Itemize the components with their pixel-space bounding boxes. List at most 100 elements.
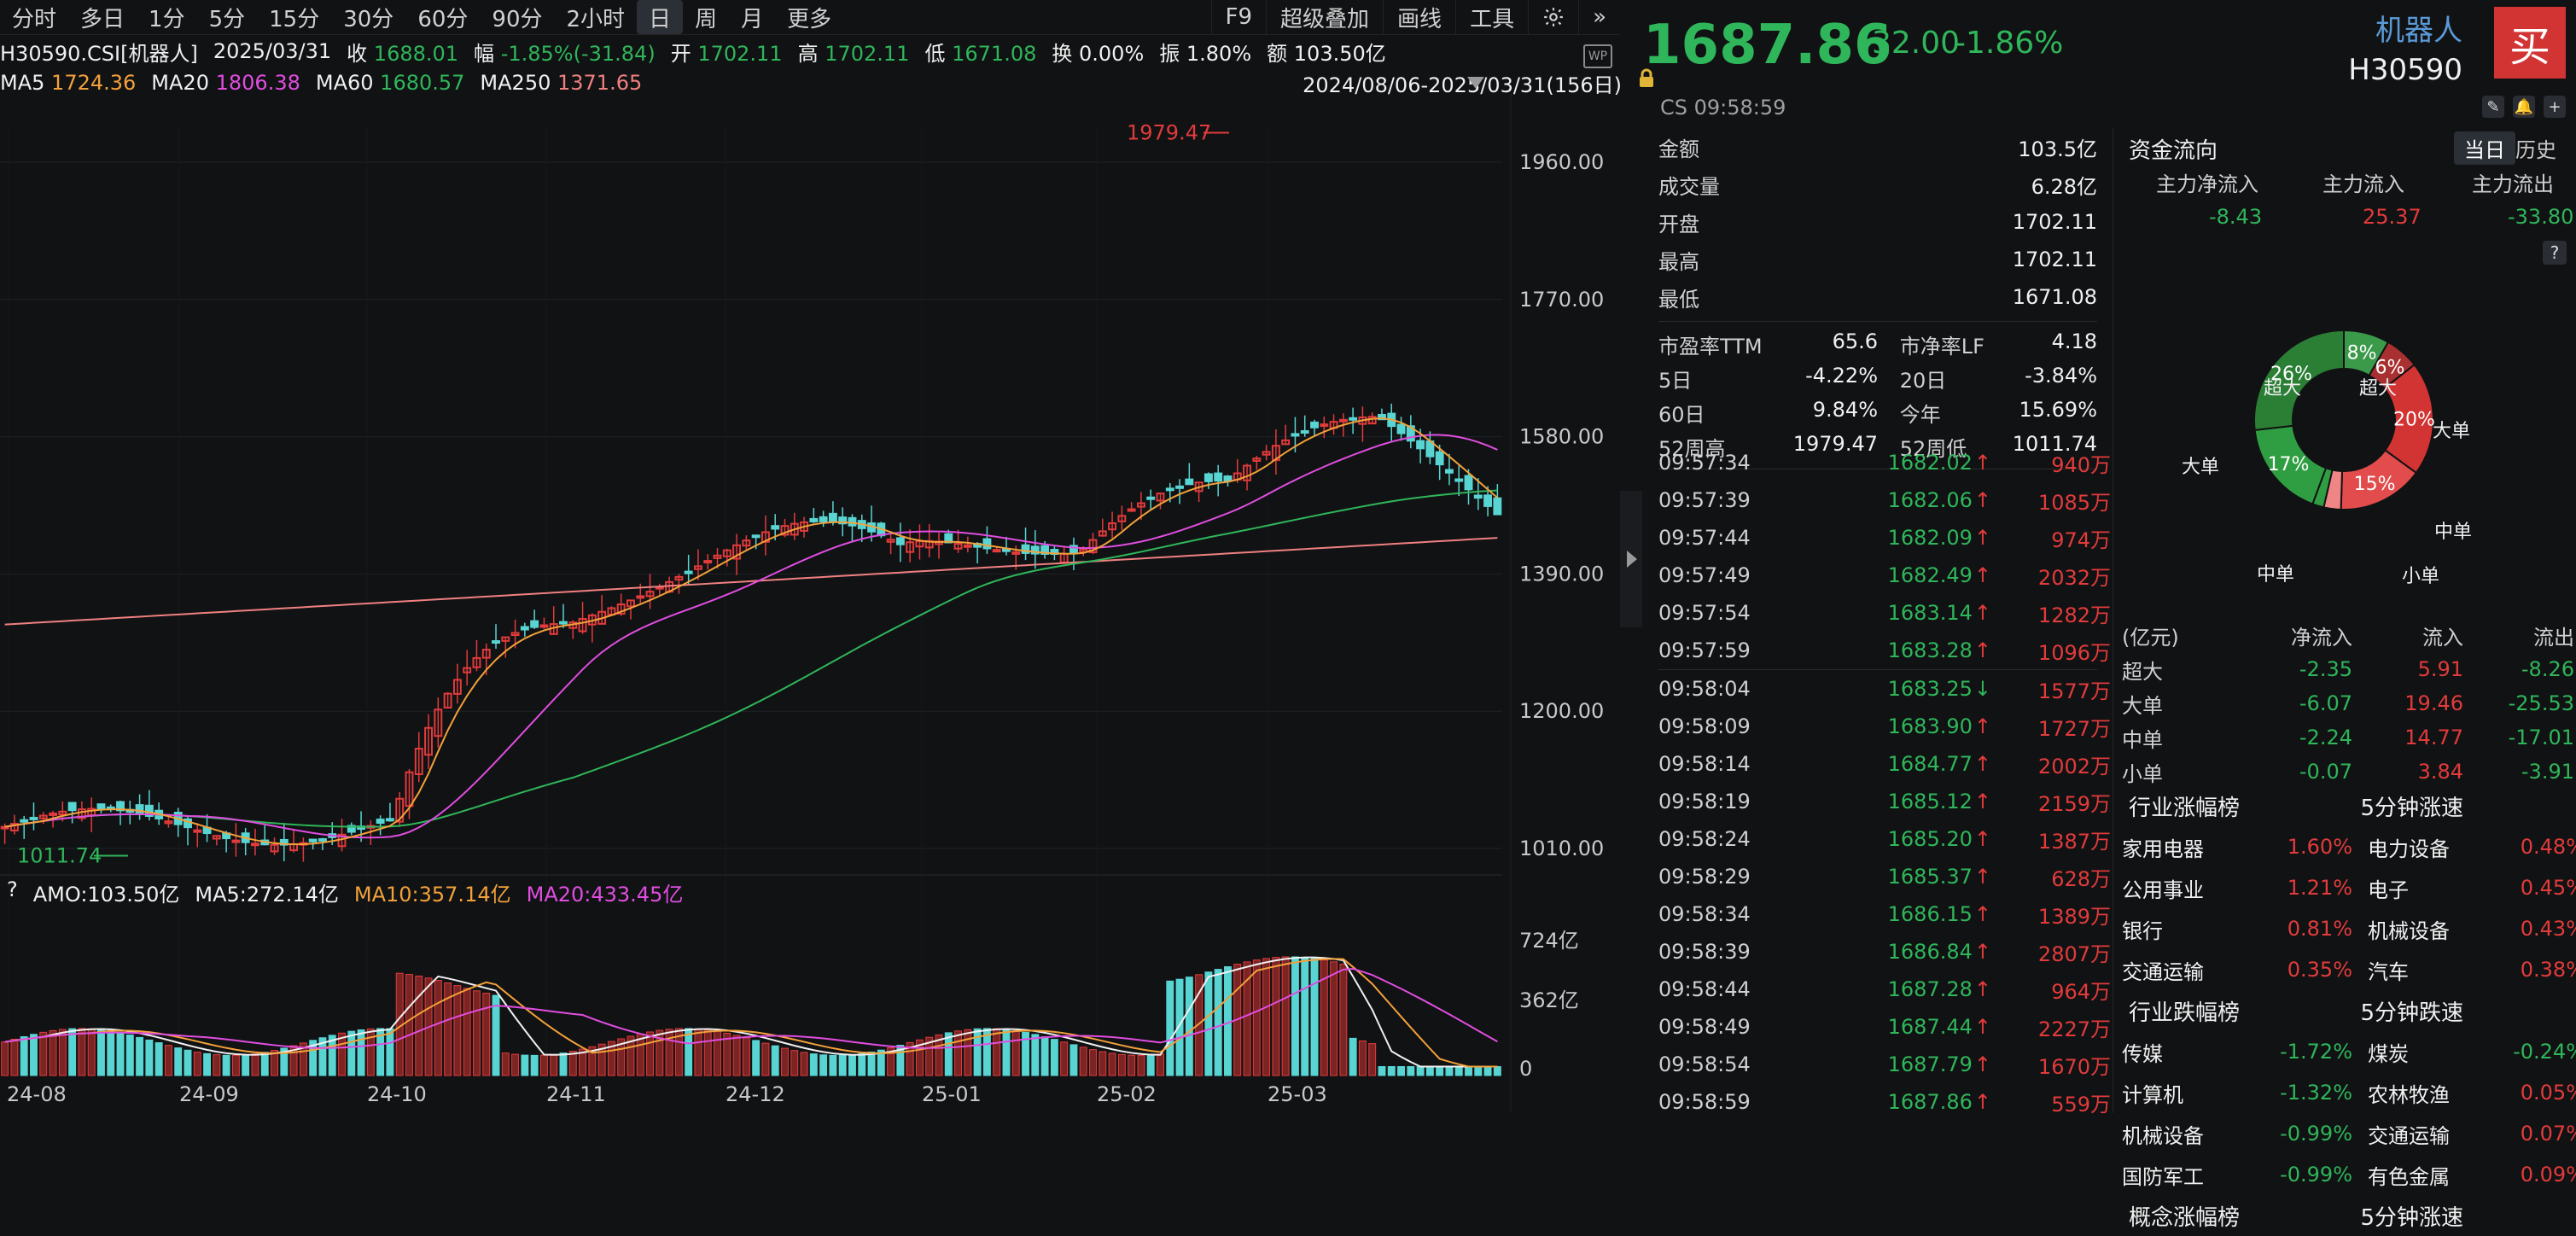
volume-bar: [801, 1052, 807, 1076]
collapse-button[interactable]: »: [1578, 0, 1620, 34]
candle-body: [849, 518, 856, 526]
exchange-time: CS 09:58:59: [1660, 96, 1786, 120]
concept-gainers: 概念涨幅榜 5分钟涨速: [2113, 1195, 2576, 1236]
concept-gainers-title[interactable]: 概念涨幅榜: [2113, 1200, 2346, 1232]
pane-collapse-handle[interactable]: [1620, 491, 1642, 627]
tab-5m[interactable]: 5分: [197, 0, 258, 34]
candle-body: [965, 545, 971, 547]
volume-bar: [1484, 1067, 1491, 1076]
trade-row: 09:58:491687.44↑2227万: [1658, 1008, 2097, 1046]
volume-bar: [223, 1055, 230, 1076]
tab-30m[interactable]: 30分: [331, 0, 405, 34]
volume-bar: [1080, 1047, 1087, 1076]
tab-90m[interactable]: 90分: [480, 0, 554, 34]
donut-zhongdan-left-label: 中单: [2257, 564, 2294, 586]
ma60-value: 1680.57: [380, 71, 464, 95]
volume-bar: [1378, 1067, 1385, 1076]
arrow-up-icon: ↑: [1974, 526, 1991, 550]
tab-2h[interactable]: 2小时: [555, 0, 638, 34]
date-axis-label: 24-11: [546, 1082, 606, 1106]
concept-speed-title[interactable]: 5分钟涨速: [2346, 1200, 2576, 1232]
rank-row[interactable]: 机械设备-0.99%交通运输0.07%: [2113, 1113, 2576, 1154]
rank-row[interactable]: 计算机-1.32%农林牧渔0.05%: [2113, 1072, 2576, 1113]
volume-bar: [261, 1052, 268, 1076]
candle-body: [50, 813, 56, 815]
candle-body: [31, 818, 38, 819]
volume-bar: [483, 994, 490, 1076]
trade-time: 09:58:49: [1658, 1015, 1795, 1039]
rank-row[interactable]: 传媒-1.72%煤炭-0.24%: [2113, 1031, 2576, 1072]
stat-row: 金额 103.5亿: [1658, 128, 2097, 166]
donut-percent-label: 8%: [2347, 342, 2377, 364]
rank-row[interactable]: 公用事业1.21%电子0.45%: [2113, 867, 2576, 908]
open-group: 开 1702.11: [671, 37, 783, 67]
help-icon[interactable]: ?: [7, 877, 18, 907]
trade-time: 09:57:44: [1658, 526, 1795, 550]
tab-month[interactable]: 月: [729, 0, 775, 34]
f9-button[interactable]: F9: [1211, 0, 1267, 34]
concept-gainers-header: 概念涨幅榜 5分钟涨速: [2113, 1195, 2576, 1236]
trade-row: 09:58:141684.77↑2002万: [1658, 745, 2097, 783]
trade-row: 09:57:541683.14↑1282万: [1658, 594, 2097, 632]
index-name[interactable]: 机器人: [2375, 7, 2462, 49]
bell-icon[interactable]: 🔔: [2513, 96, 2535, 118]
volume-bar: [474, 991, 481, 1076]
rank-name: 公用事业: [2122, 873, 2271, 903]
volume-bar: [454, 986, 461, 1076]
trade-volume: 2227万: [1991, 1012, 2111, 1042]
edit-icon[interactable]: ✎: [2482, 96, 2504, 118]
tab-fenshi[interactable]: 分时: [0, 0, 68, 34]
tab-15m[interactable]: 15分: [257, 0, 331, 34]
stat-amount-label: 金额: [1658, 132, 1699, 162]
arrow-up-icon: ↑: [1974, 488, 1991, 512]
tab-1m[interactable]: 1分: [137, 0, 197, 34]
tab-duori[interactable]: 多日: [68, 0, 137, 34]
donut-dadan-right-label: 大单: [2433, 421, 2470, 442]
tab-day[interactable]: 日: [637, 0, 683, 34]
industry-losers-title[interactable]: 行业跌幅榜: [2113, 995, 2346, 1027]
volume-bar: [1466, 1067, 1472, 1076]
tools-button[interactable]: 工具: [1455, 0, 1528, 34]
d5-value: -4.22%: [1805, 364, 1878, 394]
tab-history[interactable]: 历史: [2505, 131, 2567, 165]
rank-value: -0.99%: [2271, 1122, 2352, 1146]
chart-axes: 1960.001770.001580.001390.001200.001010.…: [7, 150, 1604, 1106]
candle-body: [1475, 495, 1482, 498]
speed-up-title[interactable]: 5分钟涨速: [2346, 790, 2576, 822]
rank-row[interactable]: 国防军工-0.99%有色金属0.09%: [2113, 1154, 2576, 1195]
volume-bar: [965, 1029, 971, 1076]
kline-chart[interactable]: 1960.001770.001580.001390.001200.001010.…: [0, 94, 1620, 1113]
rank-value: -0.24%: [2502, 1040, 2576, 1064]
candle-body: [820, 517, 827, 522]
main-in-value: 25.37: [2363, 205, 2422, 229]
tab-week[interactable]: 周: [683, 0, 729, 34]
date-range-dropdown-icon[interactable]: [1466, 75, 1485, 90]
candle-body: [1128, 510, 1135, 511]
ma5-line: [5, 418, 1498, 844]
tab-more[interactable]: 更多: [775, 0, 843, 34]
d60-label: 60日: [1658, 398, 1705, 428]
trade-price: 1683.25↓: [1795, 677, 1991, 701]
close-label: 收: [347, 42, 367, 66]
wp-toggle-icon[interactable]: WP: [1583, 44, 1612, 68]
rank-name: 汽车: [2352, 955, 2502, 985]
rank-row[interactable]: 交通运输0.35%汽车0.38%: [2113, 949, 2576, 990]
volume-bar: [88, 1029, 95, 1076]
tab-60m[interactable]: 60分: [405, 0, 480, 34]
volume-bar: [463, 988, 470, 1076]
rank-row[interactable]: 银行0.81%机械设备0.43%: [2113, 908, 2576, 949]
volume-bar: [2, 1042, 9, 1076]
industry-gainers-title[interactable]: 行业涨幅榜: [2113, 790, 2346, 822]
trade-row: 09:58:091683.90↑1727万: [1658, 708, 2097, 745]
settings-button[interactable]: [1528, 0, 1578, 34]
rank-row[interactable]: 家用电器1.60%电力设备0.48%: [2113, 826, 2576, 867]
volume-bar: [146, 1040, 153, 1076]
draw-line-button[interactable]: 画线: [1383, 0, 1455, 34]
volume-bar: [1186, 977, 1192, 1076]
buy-button[interactable]: 买: [2494, 7, 2566, 79]
speed-down-title[interactable]: 5分钟跌速: [2346, 995, 2576, 1027]
ma250-label: MA250: [480, 71, 551, 95]
flow-category: 超大: [2122, 655, 2241, 685]
super-overlay-button[interactable]: 超级叠加: [1266, 0, 1383, 34]
add-icon[interactable]: +: [2544, 96, 2566, 118]
